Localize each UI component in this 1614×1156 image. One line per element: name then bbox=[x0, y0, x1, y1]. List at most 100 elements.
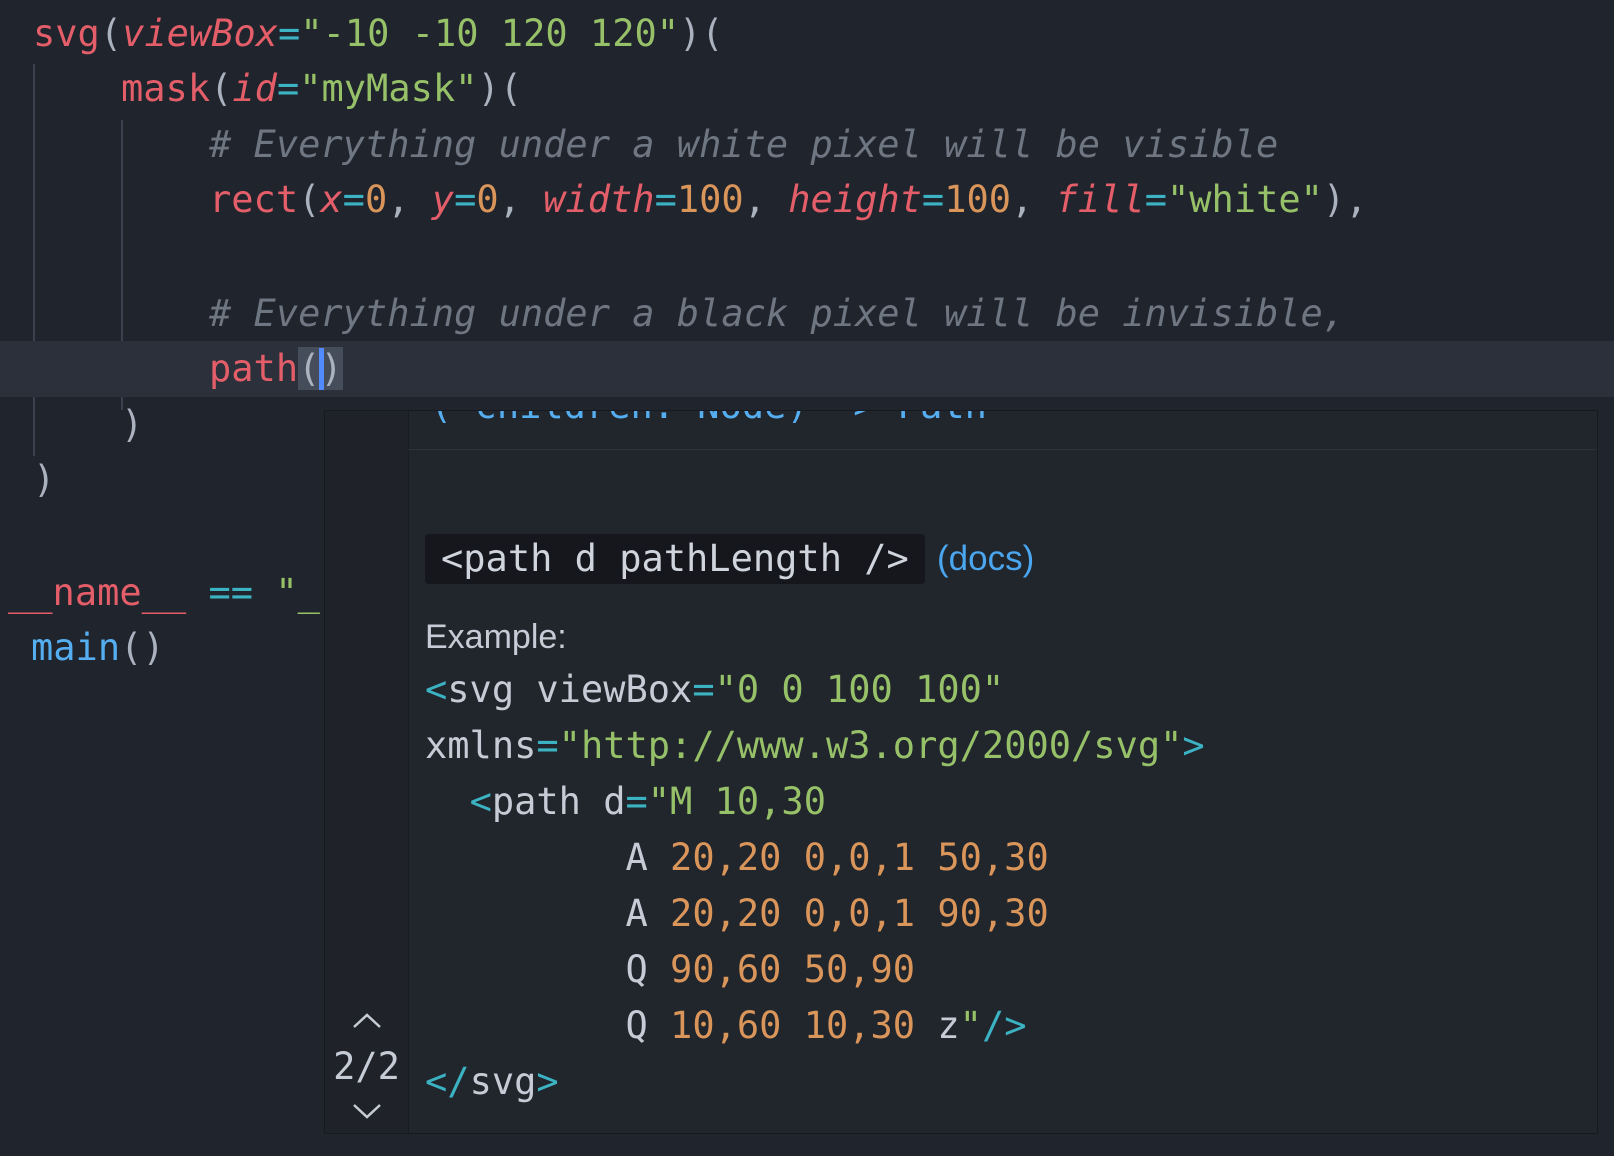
code-token: path d bbox=[491, 780, 626, 823]
code-token: 100 bbox=[944, 178, 1012, 221]
code-token: = bbox=[536, 724, 559, 767]
doc-signature: <path d pathLength /> bbox=[425, 534, 925, 584]
code-token: 0 bbox=[476, 178, 499, 221]
code-line-content: ) bbox=[121, 397, 143, 453]
code-token: = bbox=[921, 178, 945, 221]
code-line-content: svg(viewBox="-10 -10 120 120")( bbox=[33, 6, 724, 62]
code-line-content: path() bbox=[209, 341, 343, 397]
code-token: fill bbox=[1055, 178, 1145, 221]
code-token: main bbox=[31, 626, 121, 669]
code-line-content: ) bbox=[33, 452, 55, 508]
code-token: 10,60 10,30 bbox=[670, 1004, 916, 1047]
code-token: ( bbox=[298, 178, 321, 221]
signature-text: (*children: Node) -> Path bbox=[430, 411, 987, 431]
code-token: svg bbox=[33, 12, 100, 55]
code-line-current[interactable]: path() bbox=[0, 341, 1614, 397]
code-token: < bbox=[425, 668, 448, 711]
chevron-up-icon[interactable] bbox=[352, 1011, 382, 1031]
code-token: "myMask" bbox=[299, 67, 478, 110]
code-token: /> bbox=[981, 1004, 1027, 1047]
code-token: y bbox=[431, 178, 455, 221]
example-code-line: </svg> bbox=[425, 1054, 559, 1110]
code-token: height bbox=[788, 178, 922, 221]
code-token: width bbox=[543, 178, 655, 221]
example-label: Example: bbox=[425, 618, 567, 656]
code-token: path bbox=[209, 347, 299, 390]
code-token: == bbox=[208, 571, 254, 614]
code-token: 90,60 50,90 bbox=[670, 948, 916, 991]
example-code-line: A 20,20 0,0,1 50,30 bbox=[425, 830, 1049, 886]
code-line-content: rect(x=0, y=0, width=100, height=100, fi… bbox=[209, 172, 1367, 228]
code-token: A bbox=[425, 892, 671, 935]
code-token: , bbox=[1011, 178, 1056, 221]
code-token: Q bbox=[425, 948, 671, 991]
code-token: ( bbox=[210, 67, 233, 110]
code-token: xmlns bbox=[425, 724, 537, 767]
code-token: svg viewBox bbox=[447, 668, 693, 711]
code-token: > bbox=[536, 1060, 559, 1103]
code-token: = bbox=[654, 178, 677, 221]
code-token: </ bbox=[425, 1060, 470, 1103]
code-token: __name__ bbox=[8, 571, 187, 614]
code-token: = bbox=[278, 12, 301, 55]
code-token: "-10 -10 120 120" bbox=[300, 12, 680, 55]
code-token: 20,20 0,0,1 50,30 bbox=[670, 836, 1049, 879]
code-token: " bbox=[959, 1004, 982, 1047]
code-line[interactable]: # Everything under a black pixel will be… bbox=[0, 286, 1614, 342]
code-token: svg bbox=[469, 1060, 537, 1103]
signature-pager-count: 2/2 bbox=[333, 1045, 400, 1088]
code-line[interactable]: # Everything under a white pixel will be… bbox=[0, 117, 1614, 173]
code-token: A bbox=[425, 836, 671, 879]
signature-header: (*children: Node) -> Path bbox=[408, 411, 1597, 450]
docs-link[interactable]: (docs) bbox=[937, 534, 1034, 584]
code-token: = bbox=[625, 780, 648, 823]
code-token: 20,20 0,0,1 90,30 bbox=[670, 892, 1049, 935]
code-token: "0 0 100 100" bbox=[714, 668, 1005, 711]
popup-gutter: 2/2 bbox=[325, 411, 409, 1133]
code-line-content: # Everything under a black pixel will be… bbox=[209, 286, 1345, 342]
example-code-line: Q 90,60 50,90 bbox=[425, 942, 915, 998]
code-token: # Everything under a black pixel will be… bbox=[209, 292, 1346, 335]
code-line[interactable]: mask(id="myMask")( bbox=[0, 61, 1614, 117]
code-token: 100 bbox=[676, 178, 744, 221]
code-token: = bbox=[276, 67, 300, 110]
code-line-content: main() bbox=[31, 620, 165, 676]
code-token: , bbox=[498, 178, 544, 221]
code-token: , bbox=[387, 178, 432, 221]
code-token: "M 10,30 bbox=[647, 780, 826, 823]
signature-help-popup[interactable]: 2/2 (*children: Node) -> Path <path d pa… bbox=[324, 410, 1598, 1134]
example-code-line: A 20,20 0,0,1 90,30 bbox=[425, 886, 1049, 942]
code-line-content: # Everything under a white pixel will be… bbox=[209, 117, 1278, 173]
code-token: ) bbox=[33, 458, 56, 501]
example-code-line: xmlns="http://www.w3.org/2000/svg"> bbox=[425, 718, 1205, 774]
code-token: ), bbox=[1322, 178, 1368, 221]
code-token: "white" bbox=[1166, 178, 1323, 221]
example-code-line: <svg viewBox="0 0 100 100" bbox=[425, 662, 1004, 718]
code-token: = bbox=[1144, 178, 1167, 221]
code-token: )( bbox=[477, 67, 523, 110]
code-token: = bbox=[454, 178, 477, 221]
code-token: < bbox=[469, 780, 492, 823]
code-token: ( bbox=[298, 347, 321, 390]
code-token: viewBox bbox=[122, 12, 279, 55]
code-token: "http://www.w3.org/2000/svg" bbox=[558, 724, 1183, 767]
code-token: # Everything under a white pixel will be… bbox=[209, 123, 1279, 166]
code-line[interactable]: rect(x=0, y=0, width=100, height=100, fi… bbox=[0, 172, 1614, 228]
code-line[interactable]: svg(viewBox="-10 -10 120 120")( bbox=[0, 6, 1614, 62]
code-token: ) bbox=[121, 403, 144, 446]
code-token: > bbox=[1182, 724, 1205, 767]
code-line-content: mask(id="myMask")( bbox=[121, 61, 522, 117]
code-token: 0 bbox=[364, 178, 388, 221]
code-token: x bbox=[320, 178, 343, 221]
code-token: ( bbox=[99, 12, 123, 55]
code-token: )( bbox=[679, 12, 724, 55]
code-token: mask bbox=[121, 67, 211, 110]
code-token: = bbox=[342, 178, 365, 221]
code-token: "_ bbox=[275, 571, 320, 614]
chevron-down-icon[interactable] bbox=[352, 1101, 382, 1121]
code-line[interactable] bbox=[0, 228, 1614, 284]
example-code-line: <path d="M 10,30 bbox=[425, 774, 826, 830]
